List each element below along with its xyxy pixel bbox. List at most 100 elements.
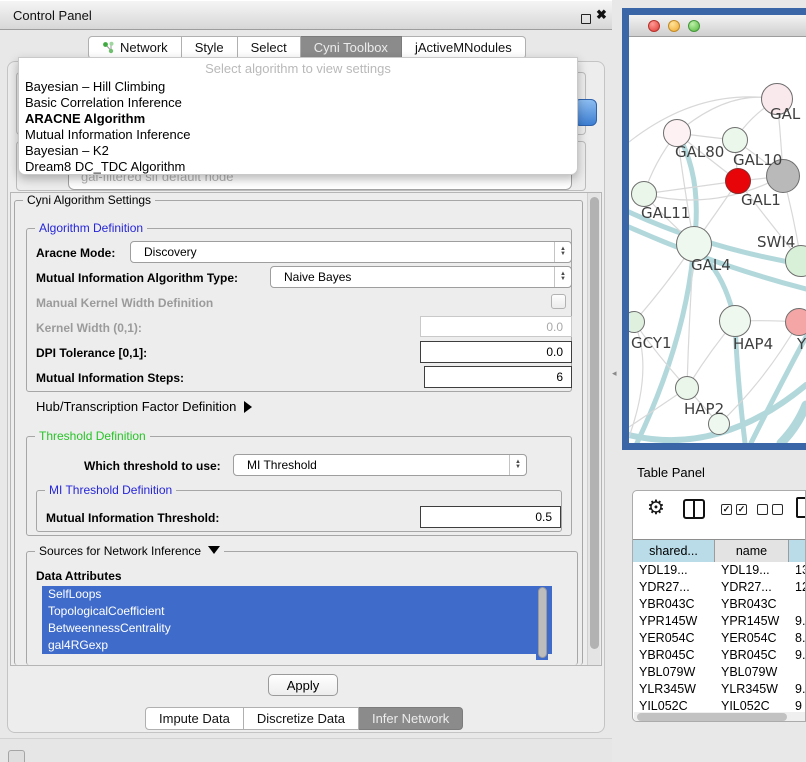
- mi-type-label: Mutual Information Algorithm Type:: [36, 271, 238, 285]
- control-panel-tabbar: Network Style Select Cyni Toolbox jActiv…: [88, 36, 526, 59]
- data-attributes-label: Data Attributes: [36, 569, 122, 583]
- node-hap2[interactable]: [675, 376, 699, 400]
- table-panel: ⚙ ✓ ✓ shared... name YDL19...YDL19...13 …: [632, 490, 806, 722]
- algorithm-option-dream8[interactable]: Dream8 DC_TDC Algorithm: [25, 159, 185, 174]
- table-row[interactable]: YBR043CYBR043C: [633, 596, 806, 613]
- expanded-arrow-icon: [208, 546, 220, 554]
- checked-checkbox-icon[interactable]: ✓: [721, 504, 732, 515]
- table-row[interactable]: YIL052CYIL052C9: [633, 698, 806, 712]
- tab-select[interactable]: Select: [238, 36, 301, 59]
- cyni-algorithm-settings-legend: Cyni Algorithm Settings: [23, 193, 155, 207]
- minimize-traffic-light-icon[interactable]: [668, 20, 680, 32]
- node-y-pink[interactable]: [785, 308, 806, 336]
- table-row[interactable]: YDL19...YDL19...13: [633, 562, 806, 579]
- column-header-shared-name[interactable]: shared...: [633, 540, 715, 562]
- unchecked-checkbox-icon[interactable]: [772, 504, 783, 515]
- hub-definition-toggle[interactable]: Hub/Transcription Factor Definition: [36, 399, 252, 414]
- tab-cyni-toolbox[interactable]: Cyni Toolbox: [301, 36, 402, 59]
- tab-discretize-data[interactable]: Discretize Data: [244, 707, 359, 730]
- data-attributes-scrollbar[interactable]: [536, 586, 548, 660]
- list-item[interactable]: BetweennessCentrality: [42, 620, 552, 637]
- node-label: GAL1: [741, 191, 781, 209]
- mi-steps-label: Mutual Information Steps:: [36, 371, 184, 385]
- algorithm-option-bayesian-hill[interactable]: Bayesian – Hill Climbing: [25, 79, 165, 94]
- sources-legend[interactable]: Sources for Network Inference: [35, 544, 224, 558]
- node-label: GAL: [770, 105, 800, 123]
- network-view-window: GAL GAL80 GAL10 GAL1 GAL11 GAL4 SWI4 GCY…: [622, 8, 806, 450]
- algorithm-option-basic-correlation[interactable]: Basic Correlation Inference: [25, 95, 182, 110]
- checked-checkbox-icon[interactable]: ✓: [736, 504, 747, 515]
- node-label: HAP4: [733, 335, 773, 353]
- manual-kernel-label: Manual Kernel Width Definition: [36, 296, 213, 310]
- mi-steps-input[interactable]: 6: [424, 366, 572, 388]
- tab-infer-network[interactable]: Infer Network: [359, 707, 463, 730]
- splitpane-collapse-icon[interactable]: ◂: [612, 368, 617, 379]
- threshold-definition-legend: Threshold Definition: [35, 429, 150, 443]
- apply-button[interactable]: Apply: [268, 674, 338, 696]
- list-item[interactable]: SelfLoops: [42, 586, 552, 603]
- node-hap4[interactable]: [719, 305, 751, 337]
- list-item[interactable]: TopologicalCoefficient: [42, 603, 552, 620]
- network-window-titlebar[interactable]: [629, 15, 806, 37]
- close-window-icon[interactable]: ✖: [596, 7, 607, 23]
- settings-scrollbar[interactable]: [587, 193, 600, 665]
- aracne-mode-combobox[interactable]: Discovery ▲▼: [130, 241, 572, 263]
- minimized-panel-icon[interactable]: [8, 750, 25, 762]
- algorithm-definition-legend: Algorithm Definition: [35, 221, 147, 235]
- list-item[interactable]: gal4RGexp: [42, 637, 552, 654]
- tab-impute-data[interactable]: Impute Data: [145, 707, 244, 730]
- node-label: GAL10: [733, 151, 782, 169]
- algorithm-option-mutual-information[interactable]: Mutual Information Inference: [25, 127, 190, 142]
- manual-kernel-checkbox[interactable]: [551, 294, 566, 309]
- mutual-info-threshold-label: Mutual Information Threshold:: [46, 511, 219, 525]
- node-label: Y: [797, 335, 806, 353]
- control-panel-title: Control Panel: [13, 8, 92, 23]
- which-threshold-combobox[interactable]: MI Threshold ▲▼: [233, 454, 527, 476]
- close-traffic-light-icon[interactable]: [648, 20, 660, 32]
- node-label: SWI4: [757, 233, 795, 251]
- node-label: GAL11: [641, 204, 690, 222]
- node-label: GCY1: [631, 334, 672, 352]
- unchecked-checkbox-icon[interactable]: [757, 504, 768, 515]
- network-icon: [102, 41, 115, 54]
- table-row[interactable]: YPR145WYPR145W9.: [633, 613, 806, 630]
- document-icon[interactable]: [796, 497, 806, 518]
- stepper-icon[interactable]: ▲▼: [554, 242, 571, 262]
- gear-icon[interactable]: ⚙: [647, 495, 665, 520]
- network-canvas[interactable]: GAL GAL80 GAL10 GAL1 GAL11 GAL4 SWI4 GCY…: [629, 37, 806, 443]
- node-gal10[interactable]: [722, 127, 748, 153]
- node-label: GAL80: [675, 143, 724, 161]
- algorithm-option-aracne[interactable]: ARACNE Algorithm: [25, 111, 145, 126]
- tab-style[interactable]: Style: [182, 36, 238, 59]
- kernel-width-input[interactable]: 0.0: [420, 316, 572, 337]
- control-panel-titlebar: Control Panel ✖: [0, 0, 612, 30]
- algorithm-prompt: Select algorithm to view settings: [19, 61, 577, 76]
- table-row[interactable]: YBR045CYBR045C9.: [633, 647, 806, 664]
- mi-type-combobox[interactable]: Naive Bayes ▲▼: [270, 266, 572, 288]
- column-header-name[interactable]: name: [715, 540, 789, 562]
- dpi-tolerance-input[interactable]: 0.0: [420, 341, 572, 363]
- zoom-traffic-light-icon[interactable]: [688, 20, 700, 32]
- mi-threshold-definition-legend: MI Threshold Definition: [45, 483, 176, 497]
- mutual-info-threshold-input[interactable]: 0.5: [420, 506, 561, 528]
- tab-jactivemnodules[interactable]: jActiveMNodules: [402, 36, 526, 59]
- which-threshold-label: Which threshold to use:: [84, 459, 221, 473]
- table-row[interactable]: YBL079WYBL079W: [633, 664, 806, 681]
- table-panel-title: Table Panel: [637, 465, 705, 480]
- aracne-mode-label: Aracne Mode:: [36, 246, 115, 260]
- algorithm-option-bayesian-k2[interactable]: Bayesian – K2: [25, 143, 109, 158]
- columns-icon[interactable]: [683, 499, 705, 519]
- data-attributes-list[interactable]: SelfLoops TopologicalCoefficient Between…: [42, 586, 552, 660]
- float-window-icon[interactable]: [581, 14, 591, 24]
- table-row[interactable]: YLR345WYLR345W9.: [633, 681, 806, 698]
- stepper-icon[interactable]: ▲▼: [554, 267, 571, 287]
- kernel-width-label: Kernel Width (0,1):: [36, 321, 142, 335]
- column-header-cut[interactable]: [789, 540, 806, 562]
- table-horizontal-scrollbar[interactable]: [634, 712, 806, 722]
- desktop: Control Panel ✖ Network Style Select Cyn…: [0, 0, 806, 762]
- tab-network[interactable]: Network: [88, 36, 182, 59]
- bottom-strip: [0, 738, 612, 762]
- table-row[interactable]: YER054CYER054C8.: [633, 630, 806, 647]
- table-row[interactable]: YDR27...YDR27...12: [633, 579, 806, 596]
- stepper-icon[interactable]: ▲▼: [509, 455, 526, 475]
